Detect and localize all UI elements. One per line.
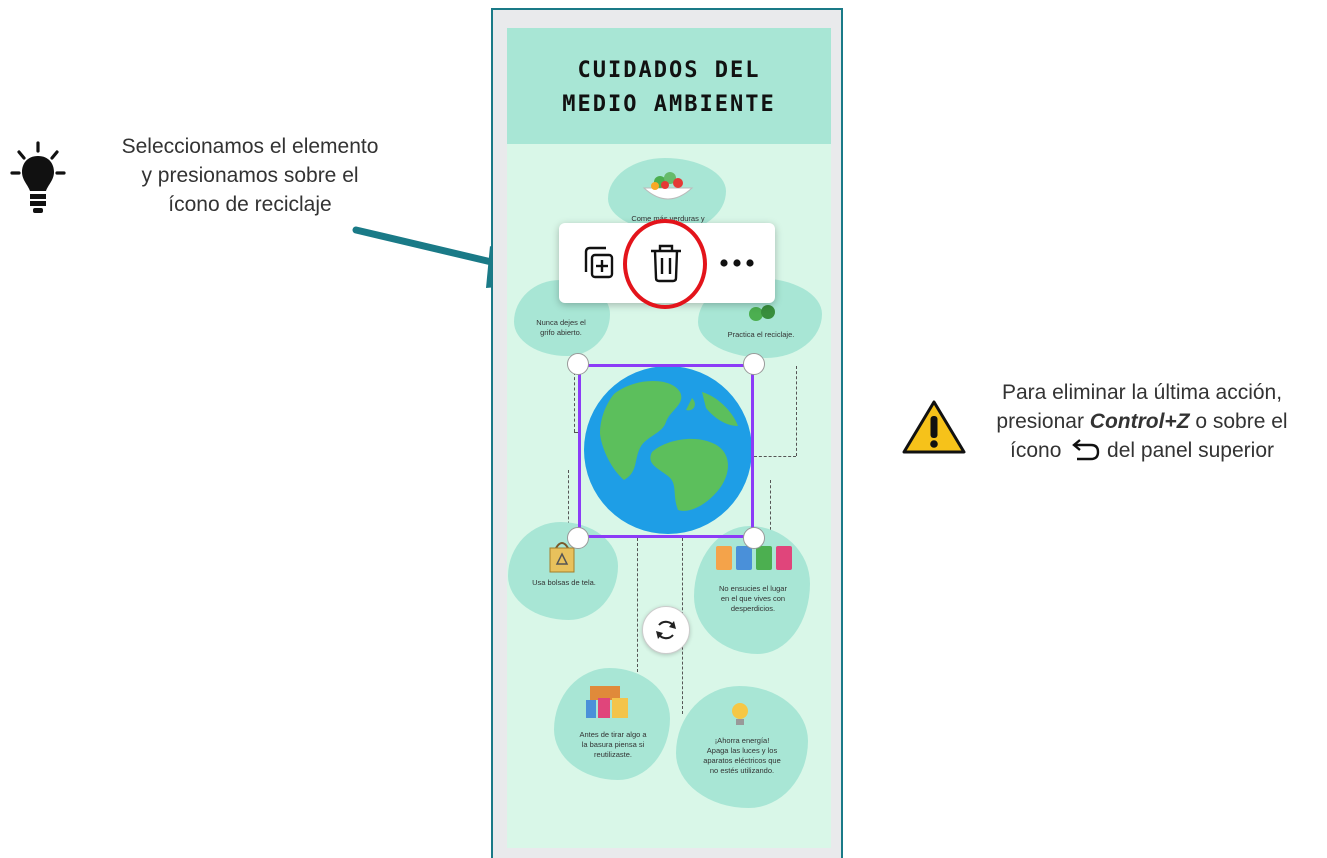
- connector-line: [637, 538, 638, 672]
- shortcut-key: Control+Z: [1089, 410, 1190, 433]
- tip-water-line-2: grifo abierto.: [540, 328, 582, 337]
- warning-line-1: Para eliminar la última acción,: [1001, 381, 1283, 404]
- packages-icon: [584, 684, 632, 720]
- warning-line-3-post: del panel superior: [1101, 439, 1274, 462]
- tip-water-line-1: Nunca dejes el: [536, 318, 586, 327]
- tip-reuse-line-3: reutilizaste.: [594, 750, 632, 759]
- tip-line-2: y presionamos sobre el: [141, 164, 359, 187]
- warning-line-3-pre: ícono: [1010, 439, 1068, 462]
- tip-reuse-text: Antes de tirar algo a la basura piensa s…: [560, 730, 666, 760]
- rotate-icon: [656, 620, 676, 640]
- tip-litter-line-2: en el que vives con: [720, 594, 786, 603]
- tip-reuse-line-1: Antes de tirar algo a: [579, 730, 647, 739]
- tip-text: Seleccionamos el elemento y presionamos …: [80, 132, 420, 219]
- tip-line-3: ícono de reciclaje: [168, 193, 332, 216]
- undo-icon: [1072, 439, 1100, 461]
- tip-bags-text: Usa bolsas de tela.: [532, 578, 596, 587]
- tip-energy-line-4: no estés utilizando.: [709, 766, 775, 775]
- connector-line: [754, 456, 796, 457]
- connector-line: [770, 480, 771, 530]
- tip-water-text: Nunca dejes el grifo abierto.: [516, 318, 606, 338]
- salad-icon: [638, 166, 698, 206]
- more-icon: [720, 259, 754, 267]
- selection-box[interactable]: [578, 364, 754, 538]
- copy-icon: [584, 246, 614, 279]
- poster-title-line-1: CUIDADOS DEL: [577, 58, 761, 83]
- highlight-circle: [623, 219, 707, 309]
- tip-litter-line-1: No ensucies el lugar: [719, 584, 787, 593]
- resize-handle-bottom-right[interactable]: [743, 527, 765, 549]
- poster-title[interactable]: CUIDADOS DEL MEDIO AMBIENTE: [507, 54, 831, 122]
- tip-litter-text: No ensucies el lugar en el que vives con…: [700, 584, 806, 614]
- tip-reuse-line-2: la basura piensa si: [581, 740, 645, 749]
- connector-line: [574, 372, 575, 432]
- tip-litter-line-3: desperdicios.: [730, 604, 776, 613]
- resize-handle-top-right[interactable]: [743, 353, 765, 375]
- tip-recycle-text: Practica el reciclaje.: [727, 330, 795, 339]
- recycle-icon: [748, 300, 776, 324]
- bulb-icon: [728, 700, 752, 728]
- copy-button[interactable]: [578, 242, 618, 286]
- warning-icon: [901, 398, 967, 456]
- warning-line-2-pre: presionar: [996, 410, 1090, 433]
- more-options-button[interactable]: [716, 252, 758, 274]
- lightbulb-icon: [8, 140, 68, 216]
- resize-handle-bottom-left[interactable]: [567, 527, 589, 549]
- warning-text: Para eliminar la última acción, presiona…: [962, 378, 1322, 465]
- connector-line: [796, 366, 797, 456]
- resize-handle-top-left[interactable]: [567, 353, 589, 375]
- poster-title-line-2: MEDIO AMBIENTE: [562, 92, 776, 117]
- warning-line-2: presionar Control+Z o sobre el: [962, 407, 1322, 436]
- tip-energy-line-2: Apaga las luces y los: [706, 746, 778, 755]
- tip-energy-text: ¡Ahorra energía! Apaga las luces y los a…: [680, 736, 804, 776]
- tip-energy-line-3: aparatos eléctricos que: [703, 756, 781, 765]
- tip-energy-line-1: ¡Ahorra energía!: [714, 736, 770, 745]
- rotate-button[interactable]: [642, 606, 690, 654]
- tip-line-1: Seleccionamos el elemento: [121, 135, 379, 158]
- warning-line-3: ícono del panel superior: [962, 436, 1322, 465]
- warning-line-2-post: o sobre el: [1189, 410, 1288, 433]
